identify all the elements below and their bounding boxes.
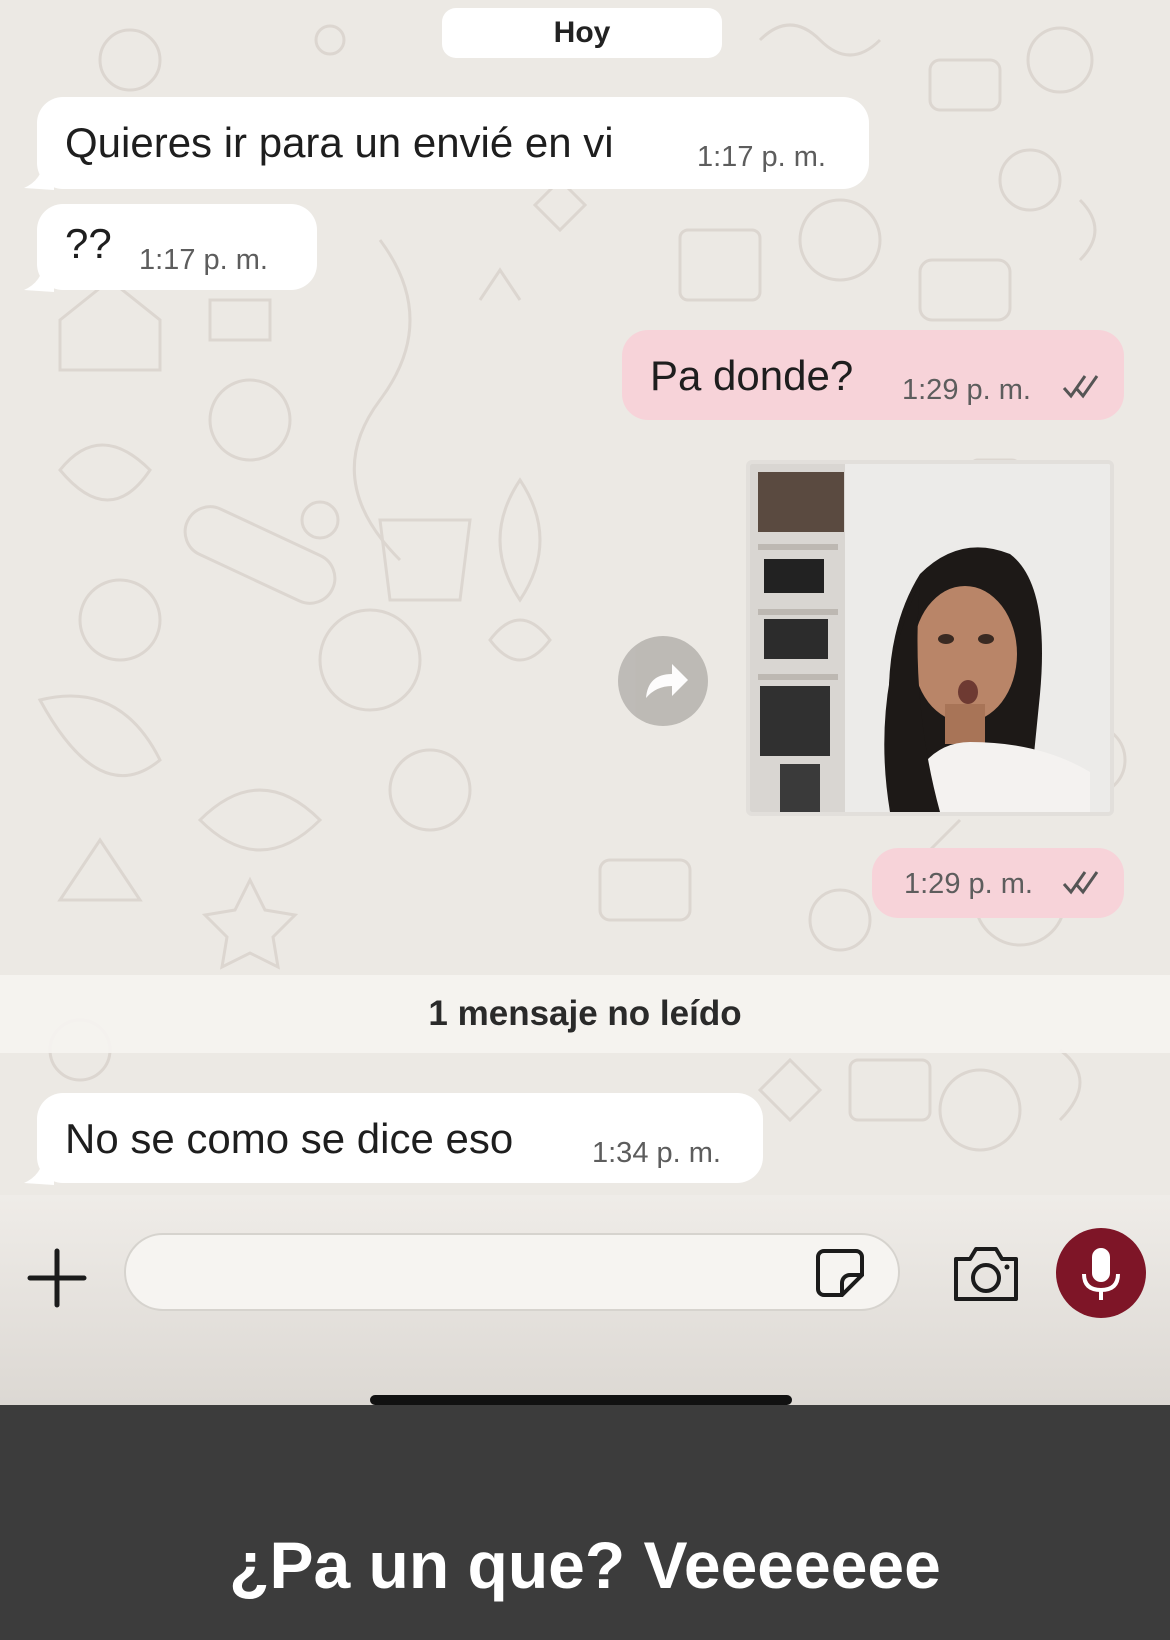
message-bubble-outgoing[interactable]: Pa donde? 1:29 p. m. — [622, 330, 1124, 420]
message-bubble-incoming[interactable]: ?? 1:17 p. m. — [37, 204, 317, 290]
message-time: 1:34 p. m. — [592, 1137, 721, 1169]
message-text: Quieres ir para un envié en vi — [65, 119, 614, 166]
camera-icon[interactable] — [950, 1239, 1022, 1307]
message-time: 1:17 p. m. — [697, 141, 826, 173]
forward-icon — [646, 664, 688, 698]
story-caption: ¿Pa un que? Veeeeeee — [229, 1528, 941, 1602]
message-time: 1:17 p. m. — [139, 244, 268, 276]
message-bubble-incoming[interactable]: No se como se dice eso 1:34 p. m. — [37, 1093, 763, 1183]
photo-content — [750, 464, 1110, 812]
sticker-icon[interactable] — [810, 1243, 870, 1303]
message-text: ?? — [65, 220, 112, 267]
date-label: Hoy — [442, 8, 722, 58]
message-time: 1:29 p. m. — [902, 374, 1031, 406]
home-indicator — [370, 1395, 792, 1405]
microphone-button[interactable] — [1056, 1228, 1146, 1318]
unread-messages-divider: 1 mensaje no leído — [0, 975, 1170, 1053]
bubble-tail — [24, 160, 54, 190]
read-ticks-icon — [1062, 871, 1099, 895]
image-timestamp-bubble: 1:29 p. m. — [872, 848, 1124, 918]
message-time: 1:29 p. m. — [904, 868, 1033, 900]
read-ticks-icon — [1062, 375, 1099, 399]
image-message[interactable] — [746, 460, 1114, 816]
message-text: Pa donde? — [650, 352, 854, 399]
bubble-tail — [24, 262, 54, 292]
bubble-tail — [24, 1155, 54, 1185]
message-text: No se como se dice eso — [65, 1115, 514, 1162]
message-input[interactable] — [124, 1233, 900, 1311]
plus-icon[interactable] — [22, 1243, 92, 1313]
microphone-icon — [1082, 1248, 1120, 1300]
chat-area: Hoy Quieres ir para un envié en vi 1:17 … — [0, 0, 1170, 1405]
message-composer — [0, 1195, 1170, 1405]
message-bubble-incoming[interactable]: Quieres ir para un envié en vi 1:17 p. m… — [37, 97, 869, 189]
forward-button[interactable] — [618, 636, 708, 726]
